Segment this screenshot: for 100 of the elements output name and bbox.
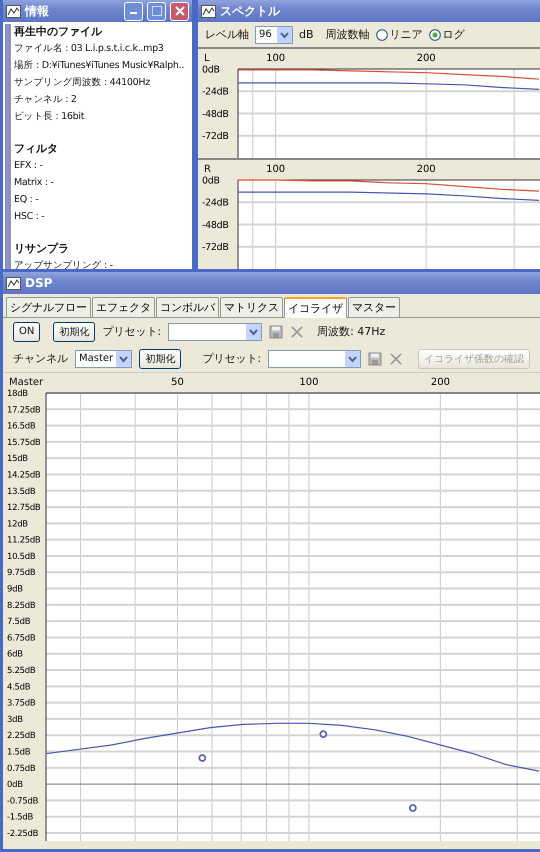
axis-tick-label: -0.75dB (7, 796, 38, 806)
axis-tick-label: 11.25dB (7, 536, 40, 546)
save-icon[interactable] (269, 324, 284, 338)
axis-tick-label: 3dB (7, 714, 23, 725)
chart-title: R (204, 164, 211, 175)
axis-tick-label: 0dB (7, 780, 23, 790)
axis-tick-label: -24dB (202, 198, 229, 209)
section-heading: 再生中のファイル (14, 24, 103, 40)
info-line: 場所 : D:¥iTunes¥iTunes Music¥Ralph.. (14, 59, 184, 73)
section-heading: フィルタ (14, 141, 59, 157)
axis-tick-label: 50 (171, 377, 184, 388)
dropdown-caret-icon[interactable] (277, 26, 292, 42)
minimize-button[interactable] (124, 2, 143, 20)
preset-select[interactable] (168, 322, 262, 340)
delete-icon[interactable] (389, 352, 403, 366)
maximize-icon (152, 6, 162, 16)
tab[interactable]: コンボルバ (156, 297, 219, 317)
info-line: ビット長 : 16bit (14, 110, 86, 124)
axis-tick-label: 10.5dB (7, 552, 36, 562)
level-select[interactable]: 96 (255, 26, 293, 44)
axis-tick-label: 8.25dB (7, 600, 36, 611)
preset-select[interactable] (268, 350, 361, 368)
close-icon (174, 6, 184, 16)
channel-label: チャンネル (13, 351, 68, 366)
eq-band-handle[interactable] (319, 730, 328, 738)
axis-tick-label: 200 (430, 377, 450, 388)
axis-tick-label: 17.25dB (7, 405, 40, 416)
chart-title: L (204, 53, 210, 64)
info-line: EFX : - (14, 159, 44, 173)
tab[interactable]: イコライザ (284, 297, 347, 318)
axis-tick-label: 16.5dB (7, 422, 36, 432)
axis-tick-label: 12dB (7, 519, 28, 530)
info-line: ファイル名 : 03 L.i.p.s.t.i.c.k..mp3 (14, 42, 165, 56)
chart-icon (6, 4, 21, 18)
info-line: HSC : - (14, 210, 46, 224)
chart-title: Master (9, 377, 44, 388)
axis-tick-label: 200 (416, 53, 436, 64)
axis-tick-label: 100 (299, 377, 318, 388)
axis-tick-label: 12.75dB (7, 503, 40, 514)
info-line: チャンネル : 2 (14, 93, 78, 107)
axis-tick-label: 13.5dB (7, 486, 36, 497)
eq-band-handle[interactable] (408, 804, 417, 812)
axis-tick-label: 15.75dB (7, 438, 40, 448)
axis-tick-label: 6.75dB (7, 633, 36, 644)
tab[interactable]: シグナルフロー (6, 297, 91, 317)
axis-tick-label: 0dB (202, 175, 220, 186)
axis-tick-label: -48dB (202, 108, 229, 120)
section-heading: リサンプラ (14, 241, 70, 257)
info-line: EQ : - (14, 193, 40, 207)
preset-label: プリセット: (102, 324, 162, 339)
axis-tick-label: 100 (266, 164, 286, 175)
axis-tick-label: 18dB (7, 388, 28, 399)
radio-button[interactable] (428, 28, 441, 40)
axis-tick-label: 3.75dB (7, 698, 36, 709)
close-button[interactable] (170, 2, 189, 20)
tab[interactable]: マスター (348, 297, 400, 317)
info-line: サンプリング周波数 : 44100Hz (14, 76, 151, 90)
radio-label[interactable]: ログ (442, 27, 465, 42)
dropdown-caret-icon[interactable] (246, 324, 262, 340)
axis-tick-label: -24dB (202, 86, 229, 98)
axis-tick-label: 15dB (7, 454, 28, 464)
reset-button[interactable]: 初期化 (53, 322, 96, 342)
axis-tick-label: 6dB (7, 650, 23, 660)
axis-tick-label: 100 (266, 53, 286, 64)
axis-tick-label: -72dB (202, 131, 229, 142)
axis-tick-label: -72dB (202, 242, 229, 254)
axis-tick-label: 9dB (7, 584, 23, 595)
dropdown-caret-icon[interactable] (116, 350, 132, 366)
eq-band-handle[interactable] (198, 754, 206, 762)
axis-tick-label: 1.5dB (7, 748, 30, 758)
axis-tick-label: -2.25dB (7, 828, 38, 839)
axis-tick-label: 7.5dB (7, 617, 30, 628)
axis-tick-label: 5.25dB (7, 666, 36, 676)
delete-icon[interactable] (290, 324, 304, 338)
tab[interactable]: マトリクス (220, 297, 283, 317)
axis-tick-label: 0dB (202, 64, 220, 76)
axis-tick-label: 9.75dB (7, 568, 36, 578)
window-title: 情報 (25, 2, 50, 20)
axis-tick-label: 14.25dB (7, 470, 40, 480)
maximize-button[interactable] (147, 2, 166, 20)
on-button[interactable]: ON (13, 322, 40, 342)
window-title: DSP (25, 276, 54, 290)
frequency-readout: 周波数: 47Hz (317, 324, 386, 339)
channel-select[interactable]: Master (75, 350, 132, 368)
radio-button[interactable] (376, 28, 388, 40)
axis-tick-label: -1.5dB (7, 812, 34, 823)
axis-tick-label: 0.75dB (7, 764, 36, 774)
preset-label: プリセット: (202, 351, 262, 366)
axis-tick-label: 4.5dB (7, 682, 30, 692)
save-icon[interactable] (368, 352, 382, 366)
window-title: スペクトル (220, 2, 282, 20)
chart-icon (201, 4, 216, 18)
reset-button[interactable]: 初期化 (139, 348, 182, 368)
axis-tick-label: -48dB (202, 220, 229, 231)
radio-label[interactable]: リニア (390, 27, 423, 42)
dropdown-caret-icon[interactable] (345, 350, 360, 366)
frequency-axis-label: 周波数軸 (326, 27, 370, 42)
tab[interactable]: エフェクタ (92, 297, 155, 317)
chart-icon (6, 276, 21, 290)
axis-tick-label: 2.25dB (7, 731, 36, 742)
